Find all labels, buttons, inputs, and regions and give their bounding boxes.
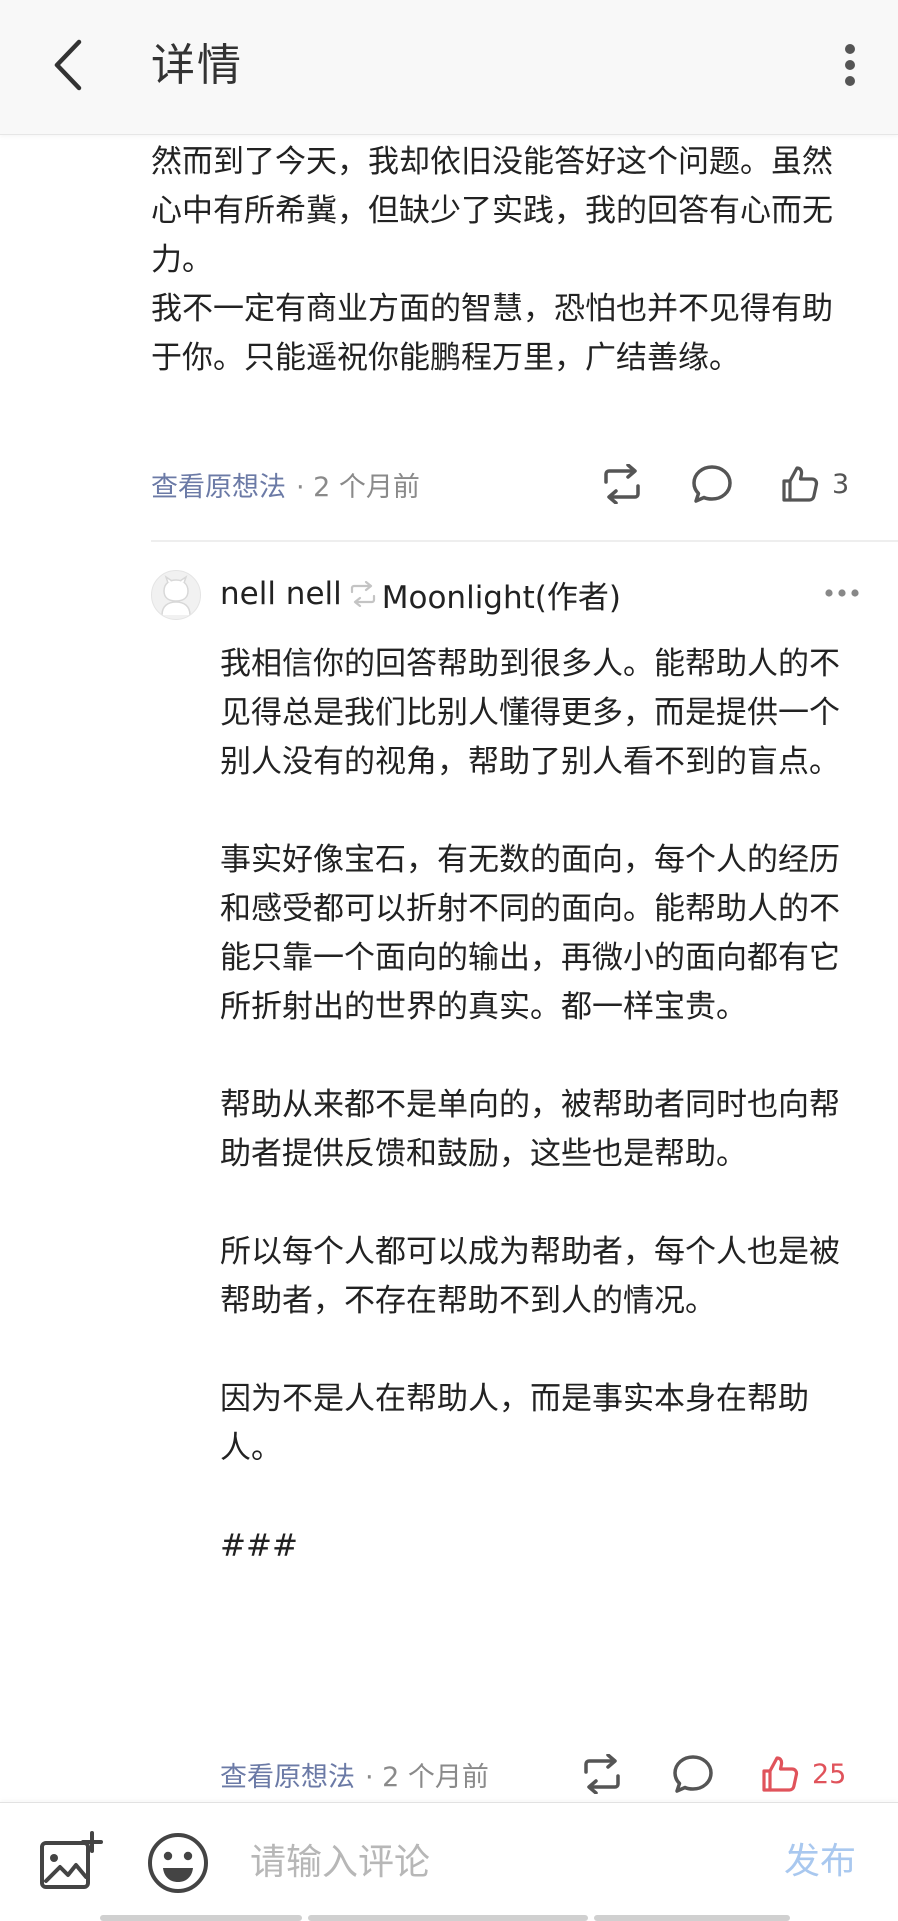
repost-button[interactable]	[598, 459, 646, 509]
repost-button[interactable]	[578, 1749, 626, 1799]
back-button[interactable]	[40, 30, 96, 100]
comment-author-name[interactable]: nell nell	[220, 576, 342, 612]
comment-bubble-icon	[673, 1755, 713, 1793]
comment-input-bar: 发布	[0, 1802, 898, 1921]
top-nav-bar: 详情	[0, 0, 898, 135]
system-nav-bar-segment	[308, 1915, 588, 1921]
comment-text: 我相信你的回答帮助到很多人。能帮助人的不见得总是我们比别人懂得更多，而是提供一个…	[220, 646, 840, 1564]
like-button[interactable]: 25	[760, 1749, 864, 1799]
avatar-image	[161, 575, 191, 616]
like-button[interactable]: 3	[780, 459, 860, 509]
comment-timestamp: · 2 个月前	[365, 1761, 489, 1793]
reply-arrow-icon	[350, 581, 375, 607]
emoji-button[interactable]	[146, 1831, 210, 1895]
add-image-icon	[40, 1831, 103, 1889]
more-options-button[interactable]	[822, 30, 878, 100]
comment-more-button[interactable]	[822, 578, 862, 608]
chevron-left-icon	[54, 39, 82, 91]
like-count: 25	[812, 1758, 847, 1790]
view-original-link[interactable]: 查看原想法	[151, 465, 286, 504]
comment-button[interactable]	[689, 459, 735, 509]
reply-to-name[interactable]: Moonlight(作者)	[382, 572, 621, 617]
avatar[interactable]	[151, 570, 201, 620]
comment-meta: 查看原想法 · 2 个月前	[220, 1749, 489, 1799]
content-area[interactable]: 然而到了今天，我却依旧没能答好这个问题。虽然心中有所希冀，但缺少了实践，我的回答…	[0, 134, 898, 1802]
repost-icon	[604, 464, 640, 504]
emoji-icon	[148, 1833, 208, 1893]
comment-input[interactable]	[250, 1833, 750, 1891]
comment-bubble-icon	[692, 465, 732, 503]
add-image-button[interactable]	[38, 1831, 104, 1893]
page-title: 详情	[151, 40, 243, 91]
comment-author-row: nell nell Moonlight(作者)	[220, 568, 621, 620]
reply-meta: 查看原想法 · 2 个月前	[151, 459, 420, 509]
reply-text: 然而到了今天，我却依旧没能答好这个问题。虽然心中有所希冀，但缺少了实践，我的回答…	[151, 144, 833, 376]
more-horizontal-icon	[825, 589, 859, 597]
reply-timestamp: · 2 个月前	[296, 471, 420, 503]
system-nav-bar-segment	[100, 1915, 302, 1921]
view-original-link[interactable]: 查看原想法	[220, 1755, 355, 1794]
repost-icon	[584, 1754, 620, 1794]
publish-button[interactable]: 发布	[784, 1833, 856, 1891]
divider	[151, 540, 898, 542]
like-count: 3	[832, 468, 850, 500]
comment-button[interactable]	[670, 1749, 716, 1799]
more-vertical-icon	[845, 44, 855, 86]
thumbs-up-icon	[782, 466, 819, 502]
system-nav-bar-segment	[594, 1915, 790, 1921]
thumbs-up-icon	[762, 1756, 799, 1792]
